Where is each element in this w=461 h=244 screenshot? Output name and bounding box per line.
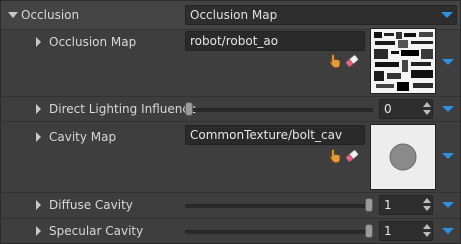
specular-cavity-menu-arrow-icon[interactable] bbox=[442, 228, 454, 234]
spin-up-icon[interactable] bbox=[423, 198, 431, 203]
expand-triangle-icon[interactable] bbox=[36, 226, 41, 236]
cavity-map-thumbnail[interactable] bbox=[370, 124, 436, 190]
expand-triangle-icon[interactable] bbox=[36, 37, 41, 47]
occlusion-map-label: Occlusion Map bbox=[49, 35, 137, 49]
specular-cavity-value: 1 bbox=[384, 224, 392, 238]
specular-cavity-slider-thumb[interactable] bbox=[365, 224, 373, 238]
cavity-map-label: Cavity Map bbox=[49, 130, 117, 144]
occlusion-map-thumbnail[interactable] bbox=[370, 28, 436, 94]
divider bbox=[1, 192, 460, 193]
direct-lighting-slider-thumb[interactable] bbox=[185, 102, 193, 116]
occlusion-label: Occlusion bbox=[21, 8, 80, 22]
eraser-icon[interactable] bbox=[344, 149, 360, 163]
occlusion-map-path: robot/robot_ao bbox=[190, 34, 279, 48]
cavity-map-menu-arrow-icon[interactable] bbox=[442, 153, 454, 159]
collapse-triangle-icon[interactable] bbox=[8, 12, 18, 18]
spin-up-icon[interactable] bbox=[423, 224, 431, 229]
divider bbox=[1, 218, 460, 219]
occlusion-mode-value: Occlusion Map bbox=[190, 8, 278, 22]
spin-down-icon[interactable] bbox=[423, 232, 431, 237]
diffuse-cavity-value: 1 bbox=[384, 198, 392, 212]
occlusion-mode-dropdown[interactable]: Occlusion Map bbox=[185, 5, 457, 25]
hand-pointer-icon[interactable] bbox=[327, 148, 343, 164]
direct-lighting-influence-label: Direct Lighting Influence bbox=[49, 102, 197, 116]
diffuse-cavity-menu-arrow-icon[interactable] bbox=[442, 202, 454, 208]
occlusion-mode-dropdown-arrow-icon[interactable] bbox=[441, 12, 453, 18]
expand-triangle-icon[interactable] bbox=[36, 200, 41, 210]
direct-lighting-slider-track[interactable] bbox=[185, 108, 373, 112]
diffuse-cavity-label: Diffuse Cavity bbox=[49, 198, 133, 212]
diffuse-cavity-slider-track[interactable] bbox=[185, 204, 373, 208]
occlusion-map-menu-arrow-icon[interactable] bbox=[442, 59, 454, 65]
spin-down-icon[interactable] bbox=[423, 110, 431, 115]
direct-lighting-menu-arrow-icon[interactable] bbox=[442, 106, 454, 112]
cavity-map-path: CommonTexture/bolt_cav bbox=[190, 128, 343, 142]
spin-down-icon[interactable] bbox=[423, 206, 431, 211]
specular-cavity-slider-track[interactable] bbox=[185, 230, 373, 234]
expand-triangle-icon[interactable] bbox=[36, 104, 41, 114]
occlusion-property-panel: Occlusion Occlusion Map Occlusion Map ro… bbox=[0, 0, 461, 244]
occlusion-map-path-field[interactable]: robot/robot_ao bbox=[185, 31, 365, 51]
expand-triangle-icon[interactable] bbox=[36, 132, 41, 142]
spin-up-icon[interactable] bbox=[423, 102, 431, 107]
direct-lighting-value: 0 bbox=[384, 102, 392, 116]
hand-pointer-icon[interactable] bbox=[327, 53, 343, 69]
divider bbox=[1, 96, 460, 97]
eraser-icon[interactable] bbox=[344, 54, 360, 68]
divider bbox=[1, 121, 460, 122]
diffuse-cavity-slider-thumb[interactable] bbox=[365, 198, 373, 212]
specular-cavity-label: Specular Cavity bbox=[49, 224, 144, 238]
cavity-map-path-field[interactable]: CommonTexture/bolt_cav bbox=[185, 125, 365, 145]
